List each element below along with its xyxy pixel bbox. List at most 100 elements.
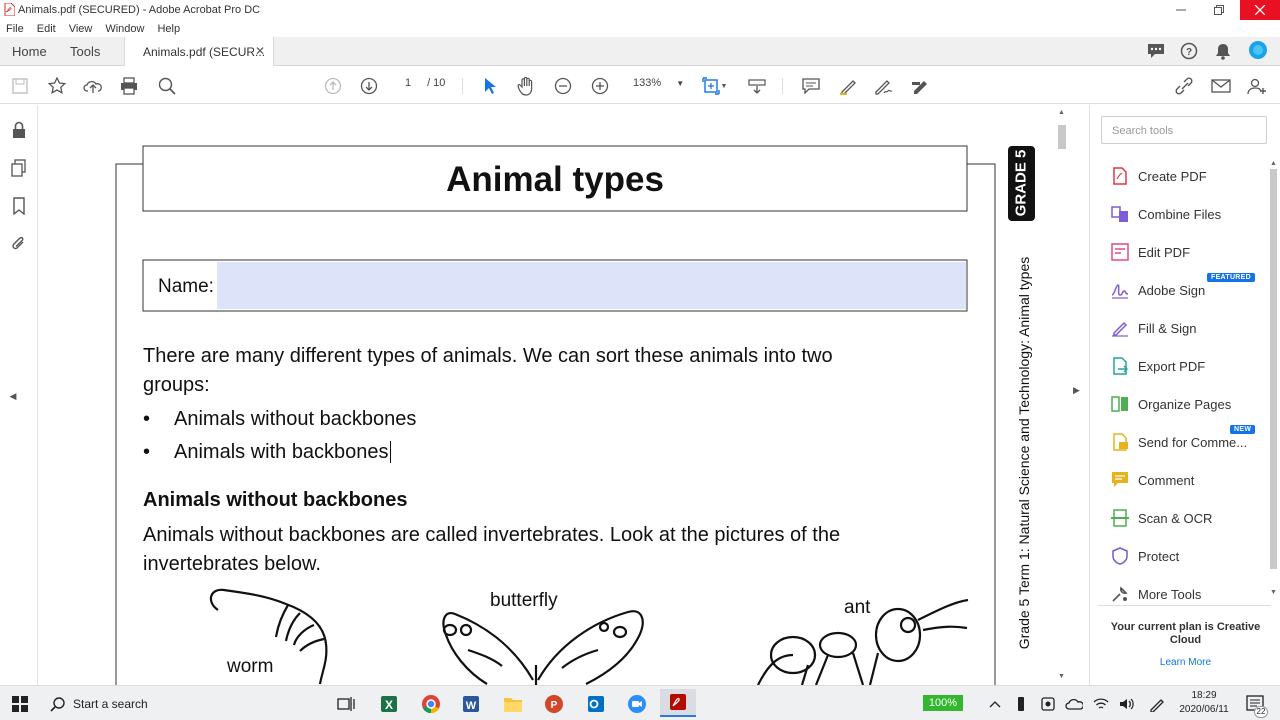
avatar[interactable] <box>1247 40 1269 60</box>
tab-tools[interactable]: Tools <box>70 37 100 66</box>
tools-pane: Search tools Create PDF Combine Files Ed… <box>1089 105 1280 685</box>
zoom-dropdown[interactable]: 133% ▼ <box>633 77 684 89</box>
tool-export-pdf[interactable]: Export PDF <box>1110 355 1205 377</box>
outlook-icon[interactable] <box>585 693 607 715</box>
scrollbar-thumb[interactable] <box>1058 125 1066 149</box>
zoom-out-icon[interactable] <box>552 75 574 97</box>
search-tools-input[interactable]: Search tools <box>1101 116 1267 144</box>
tool-organize-pages[interactable]: Organize Pages <box>1110 393 1231 415</box>
close-window-button[interactable] <box>1240 0 1280 20</box>
add-user-icon[interactable] <box>1246 75 1268 97</box>
show-hidden-icons-icon[interactable] <box>984 693 1006 715</box>
task-view-icon[interactable] <box>335 693 357 715</box>
help-icon[interactable]: ? <box>1178 41 1200 61</box>
name-label: Name: <box>158 276 214 297</box>
upload-cloud-icon[interactable] <box>82 75 104 97</box>
tools-pane-scrollbar[interactable]: ▲ ▼ <box>1268 160 1279 605</box>
menu-window[interactable]: Window <box>105 23 144 35</box>
highlight-pen-icon[interactable] <box>837 75 859 97</box>
next-page-icon[interactable] <box>358 75 380 97</box>
taskbar-search-icon[interactable] <box>47 693 69 715</box>
sign-icon[interactable] <box>873 75 895 97</box>
redact-icon[interactable] <box>910 75 932 97</box>
notifications-icon[interactable] <box>1212 41 1234 61</box>
microphone-icon[interactable] <box>1010 693 1032 715</box>
taskbar-search-input[interactable]: Start a search <box>73 697 148 711</box>
chrome-icon[interactable] <box>420 693 442 715</box>
menu-view[interactable]: View <box>69 23 93 35</box>
menu-file[interactable]: File <box>6 23 24 35</box>
collapse-right-panel-icon[interactable]: ▶ <box>1073 385 1080 396</box>
close-tab-icon[interactable]: ✕ <box>255 44 265 58</box>
system-clock[interactable]: 18:29 2020/06/11 <box>1176 689 1232 717</box>
page-number-input[interactable]: 1 <box>398 77 418 89</box>
attachments-icon[interactable] <box>8 233 30 255</box>
svg-text:?: ? <box>1186 47 1192 58</box>
learn-more-link[interactable]: Learn More <box>1090 657 1280 668</box>
excel-icon[interactable]: X <box>378 693 400 715</box>
menu-edit[interactable]: Edit <box>37 23 56 35</box>
svg-text:W: W <box>466 700 477 712</box>
onedrive-icon[interactable] <box>1063 693 1085 715</box>
section-paragraph: Animals without backbones are called inv… <box>143 521 983 579</box>
share-link-icon[interactable] <box>1173 75 1195 97</box>
taskbar: Start a search X W P 100% 18:29 2020/06/… <box>0 685 1280 720</box>
scrolling-mode-icon[interactable] <box>746 75 768 97</box>
zoom-app-icon[interactable] <box>626 693 648 715</box>
tab-document[interactable]: Animals.pdf (SECUR... ✕ <box>124 37 274 67</box>
tool-scan-ocr[interactable]: Scan & OCR <box>1110 507 1212 529</box>
pen-icon[interactable] <box>1146 693 1168 715</box>
intro-line-1: There are many different types of animal… <box>143 345 833 367</box>
tool-send-for-comment[interactable]: Send for Comme... <box>1110 431 1247 453</box>
wifi-icon[interactable] <box>1090 693 1112 715</box>
scrollbar-thumb[interactable] <box>1270 169 1277 569</box>
bookmarks-icon[interactable] <box>8 195 30 217</box>
tool-comment[interactable]: Comment <box>1110 469 1194 491</box>
collapse-left-panel-icon[interactable]: ◀ <box>2 385 24 407</box>
bookmark-star-icon[interactable] <box>46 75 68 97</box>
powerpoint-icon[interactable]: P <box>543 693 565 715</box>
restore-button[interactable] <box>1200 0 1238 20</box>
volume-icon[interactable] <box>1116 693 1138 715</box>
zoom-in-icon[interactable] <box>589 75 611 97</box>
file-explorer-icon[interactable] <box>502 693 524 715</box>
document-scrollbar[interactable]: ▲ ▼ <box>1054 105 1070 685</box>
select-cursor-icon[interactable] <box>479 75 501 97</box>
document-title: Animal types <box>446 160 664 199</box>
tool-edit-pdf[interactable]: Edit PDF <box>1110 241 1190 263</box>
save-icon[interactable] <box>9 75 31 97</box>
page-thumbnails-icon[interactable] <box>8 157 30 179</box>
hand-tool-icon[interactable] <box>515 75 537 97</box>
name-input-field[interactable] <box>217 262 966 309</box>
page-indicator: 1 / 10 <box>398 77 445 89</box>
tool-adobe-sign[interactable]: Adobe Sign <box>1110 279 1205 301</box>
clock-time: 18:29 <box>1191 690 1217 701</box>
previous-page-icon[interactable] <box>322 75 344 97</box>
tool-fill-sign[interactable]: Fill & Sign <box>1110 317 1197 339</box>
windows-start-icon[interactable] <box>9 693 31 715</box>
bullet-list: • Animals without backbones • Animals with… <box>143 403 416 469</box>
word-icon[interactable]: W <box>460 693 482 715</box>
tool-create-pdf[interactable]: Create PDF <box>1110 165 1207 187</box>
tray-app-icon[interactable] <box>1037 693 1059 715</box>
lock-icon[interactable] <box>8 119 30 141</box>
document-view[interactable]: Animal types Name: There are many differ… <box>38 105 1070 685</box>
tool-protect[interactable]: Protect <box>1110 545 1179 567</box>
tab-home[interactable]: Home <box>12 37 47 66</box>
notification-count: 22 <box>1254 706 1268 718</box>
search-icon[interactable] <box>156 75 178 97</box>
tool-more-tools[interactable]: More Tools <box>1110 583 1201 605</box>
tool-combine-files[interactable]: Combine Files <box>1110 203 1221 225</box>
new-badge: NEW <box>1230 425 1256 434</box>
battery-percentage: 100% <box>923 695 963 711</box>
title-bar: Animals.pdf (SECURED) - Adobe Acrobat Pr… <box>0 0 1280 20</box>
email-icon[interactable] <box>1210 75 1232 97</box>
menu-help[interactable]: Help <box>157 23 180 35</box>
acrobat-taskbar-icon[interactable] <box>660 689 696 717</box>
comment-icon[interactable] <box>800 75 822 97</box>
print-icon[interactable] <box>118 75 140 97</box>
chat-icon[interactable] <box>1145 41 1167 61</box>
chevron-down-icon[interactable]: ▼ <box>717 75 731 97</box>
page-total: / 10 <box>427 77 446 89</box>
minimize-button[interactable] <box>1162 0 1200 20</box>
